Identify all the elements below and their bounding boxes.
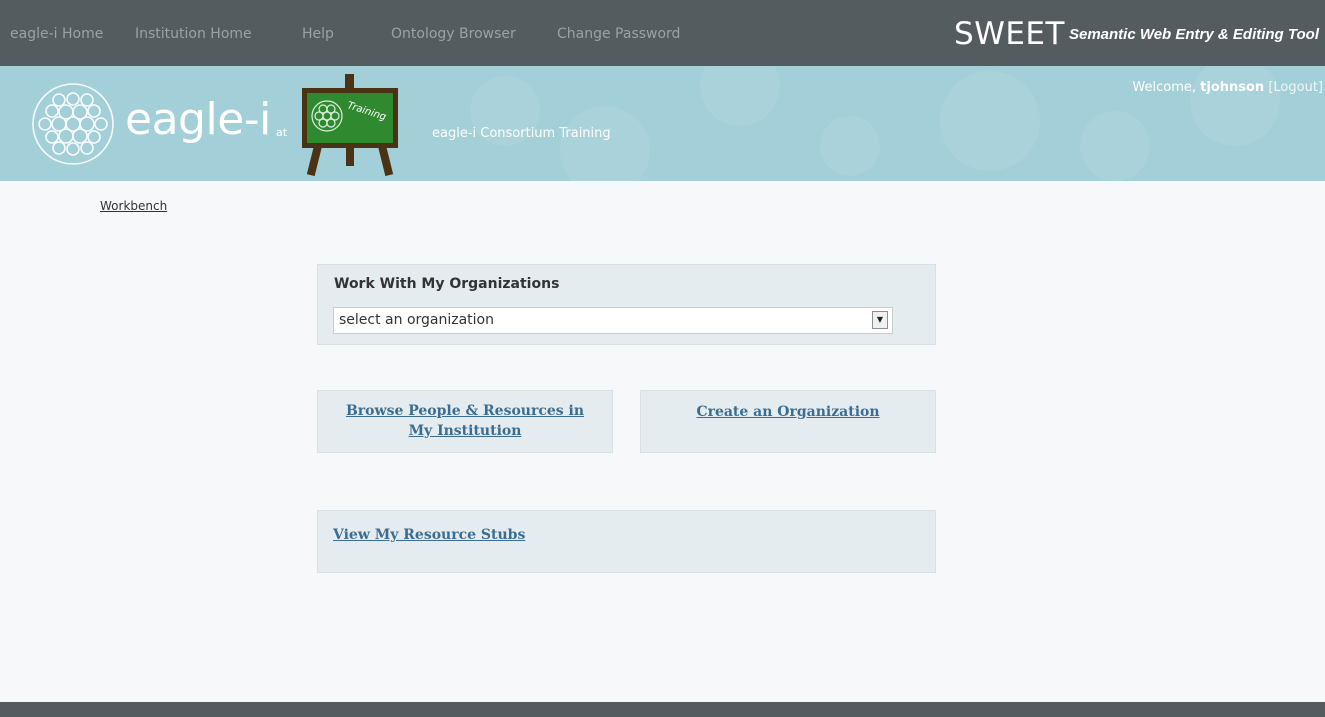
- create-organization-panel: Create an Organization: [640, 390, 936, 453]
- decorative-bubble: [560, 106, 650, 181]
- welcome-message: Welcome, tjohnson [Logout]: [1132, 80, 1323, 95]
- nav-link-institution-home[interactable]: Institution Home: [135, 26, 252, 42]
- logo-at-label: at: [276, 126, 288, 139]
- nav-link-change-password[interactable]: Change Password: [557, 26, 680, 42]
- organization-select[interactable]: select an organization ▼: [333, 307, 893, 334]
- my-organizations-panel: Work With My Organizations select an org…: [317, 264, 936, 345]
- select-value: select an organization: [339, 312, 494, 328]
- decorative-bubble: [1190, 66, 1280, 146]
- browse-panel: Browse People & Resources in My Institut…: [317, 390, 613, 453]
- nav-link-eagle-i-home[interactable]: eagle-i Home: [10, 26, 103, 42]
- eagle-i-logo-icon: [32, 83, 114, 165]
- app-brand: SWEET Semantic Web Entry & Editing Tool: [954, 16, 1319, 52]
- resource-stubs-panel: View My Resource Stubs: [317, 510, 936, 573]
- dropdown-arrow-icon[interactable]: ▼: [872, 311, 888, 329]
- training-easel-icon: Training: [302, 74, 398, 176]
- decorative-bubble: [820, 116, 880, 176]
- decorative-bubble: [1080, 111, 1150, 181]
- view-resource-stubs-link[interactable]: View My Resource Stubs: [333, 527, 525, 543]
- breadcrumb-workbench-link[interactable]: Workbench: [100, 199, 167, 213]
- username: tjohnson: [1200, 80, 1265, 95]
- nav-link-ontology-browser[interactable]: Ontology Browser: [391, 26, 516, 42]
- top-nav-bar: eagle-i Home Institution Home Help Ontol…: [0, 0, 1325, 66]
- decorative-bubble: [940, 71, 1040, 171]
- decorative-bubble: [700, 66, 780, 126]
- footer-bar: [0, 702, 1325, 717]
- panel-title: Work With My Organizations: [334, 276, 560, 292]
- brand-title: SWEET: [954, 16, 1065, 52]
- create-organization-link[interactable]: Create an Organization: [696, 404, 879, 420]
- nav-link-help[interactable]: Help: [302, 26, 334, 42]
- welcome-prefix: Welcome,: [1132, 80, 1201, 95]
- site-name: eagle-i Consortium Training: [432, 126, 611, 141]
- logo-text: eagle-i: [125, 94, 271, 145]
- header-banner: eagle-i at Training eagle-i Consortium T…: [0, 66, 1325, 181]
- logout-link[interactable]: [Logout]: [1268, 80, 1323, 95]
- brand-subtitle: Semantic Web Entry & Editing Tool: [1068, 25, 1319, 43]
- browse-people-resources-link[interactable]: Browse People & Resources in My Institut…: [340, 401, 590, 441]
